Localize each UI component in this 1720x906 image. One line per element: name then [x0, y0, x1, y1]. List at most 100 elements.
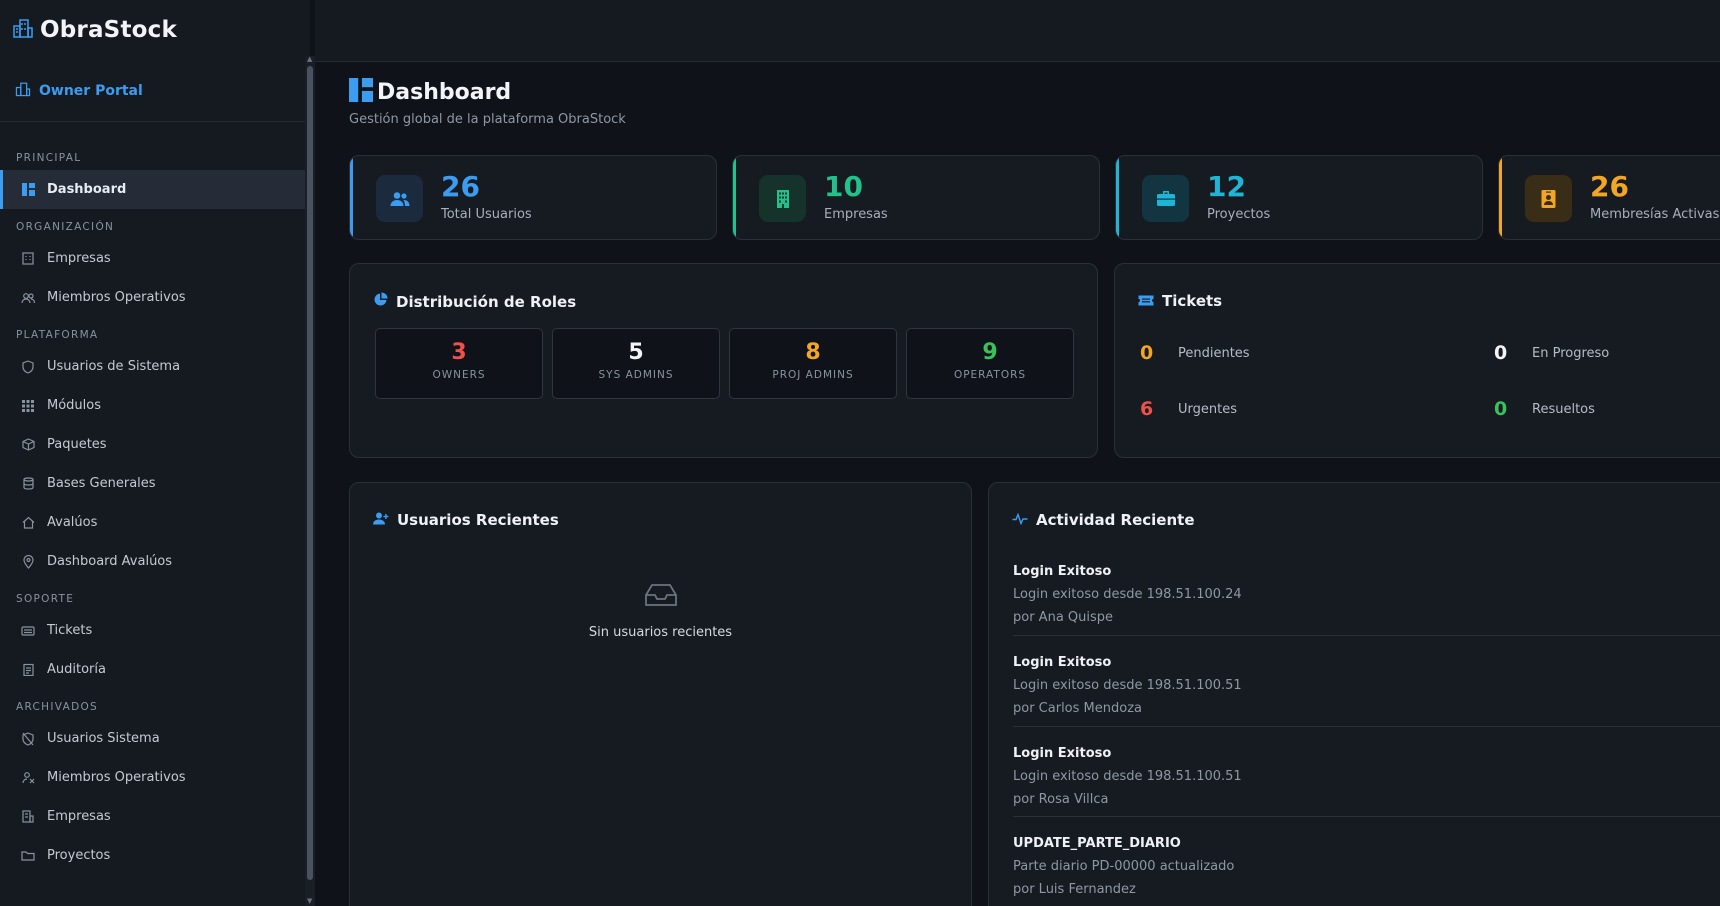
activity-item[interactable]: Login Exitoso Login exitoso desde 198.51… — [1013, 564, 1720, 625]
stat-value: 26 — [441, 170, 480, 203]
id-badge-icon — [1525, 175, 1572, 222]
database-icon — [21, 477, 35, 491]
stat-card-membresias-activas[interactable]: 26 Membresías Activas — [1498, 155, 1720, 240]
box-icon — [21, 438, 35, 452]
tickets-panel-header: Tickets — [1138, 292, 1222, 310]
sidebar-item-paquetes[interactable]: Paquetes — [0, 425, 307, 464]
activity-panel: Actividad Reciente Login Exitoso Login e… — [988, 482, 1720, 906]
activity-item-author: por Rosa Villca — [1013, 792, 1109, 807]
sidebar-item-label: Tickets — [47, 623, 93, 638]
owner-portal-link[interactable]: Owner Portal — [0, 60, 307, 122]
stat-card-total-usuarios[interactable]: 26 Total Usuarios — [349, 155, 717, 240]
empty-state-text: Sin usuarios recientes — [588, 625, 733, 640]
sidebar-item-auditoria[interactable]: Auditoría — [0, 650, 307, 689]
ticket-stat-urgentes: 6 Urgentes — [1140, 398, 1237, 420]
stat-label: Total Usuarios — [441, 207, 532, 222]
stat-value: 12 — [1207, 170, 1246, 203]
sidebar-item-label: Bases Generales — [47, 476, 156, 491]
role-count: 5 — [628, 340, 644, 365]
building-icon — [759, 175, 806, 222]
role-count: 3 — [451, 340, 467, 365]
sidebar-item-dashboard-avaluos[interactable]: Dashboard Avalúos — [0, 542, 307, 581]
buildings-icon — [12, 17, 34, 43]
ticket-label: Pendientes — [1178, 345, 1250, 361]
activity-item[interactable]: Login Exitoso Login exitoso desde 198.51… — [1013, 655, 1720, 716]
sidebar-item-usuarios-de-sistema[interactable]: Usuarios de Sistema — [0, 347, 307, 386]
activity-item-desc: Login exitoso desde 198.51.100.51 — [1013, 678, 1242, 693]
sidebar-item-proyectos-archived[interactable]: Proyectos — [0, 836, 307, 875]
ticket-label: Resueltos — [1532, 401, 1595, 417]
activity-divider — [1013, 726, 1720, 727]
tickets-panel: Tickets 0 Pendientes 0 En Progreso 6 Urg… — [1114, 263, 1720, 458]
portal-label: Owner Portal — [39, 82, 143, 99]
ticket-label: En Progreso — [1532, 345, 1610, 361]
activity-item-title: UPDATE_PARTE_DIARIO — [1013, 836, 1181, 851]
section-label-principal: PRINCIPAL — [16, 152, 82, 164]
ticket-icon — [1138, 292, 1154, 310]
users-icon — [376, 175, 423, 222]
activity-item-title: Login Exitoso — [1013, 564, 1112, 579]
stat-accent-bar — [1116, 156, 1119, 239]
page-title-text: Dashboard — [377, 79, 512, 105]
role-card-sys-admins: 5 SYS ADMINS — [552, 328, 720, 399]
activity-item[interactable]: UPDATE_PARTE_DIARIO Parte diario PD-0000… — [1013, 836, 1720, 897]
sidebar-item-label: Proyectos — [47, 848, 111, 863]
grid-icon — [21, 399, 35, 413]
role-card-owners: 3 OWNERS — [375, 328, 543, 399]
section-label-organizacion: ORGANIZACIÓN — [16, 221, 115, 233]
scroll-down-arrow-icon[interactable]: ▼ — [307, 898, 313, 905]
activity-item-author: por Luis Fernandez — [1013, 882, 1136, 897]
sidebar-item-label: Dashboard — [47, 182, 127, 197]
sidebar-item-label: Auditoría — [47, 662, 106, 677]
dashboard-icon — [349, 78, 373, 106]
stat-accent-bar — [1499, 156, 1502, 239]
section-label-archivados: ARCHIVADOS — [16, 701, 98, 713]
activity-item[interactable]: Login Exitoso Login exitoso desde 198.51… — [1013, 746, 1720, 807]
activity-item-desc: Parte diario PD-00000 actualizado — [1013, 859, 1235, 874]
role-label: PROJ ADMINS — [772, 369, 854, 381]
roles-panel-title: Distribución de Roles — [396, 292, 577, 311]
sidebar-item-empresas[interactable]: Empresas — [0, 239, 307, 278]
sidebar-item-miembros-operativos-archived[interactable]: Miembros Operativos — [0, 758, 307, 797]
roles-panel: Distribución de Roles 3 OWNERS 5 SYS ADM… — [349, 263, 1098, 458]
sidebar-item-miembros-operativos[interactable]: Miembros Operativos — [0, 278, 307, 317]
app-name: ObraStock — [40, 17, 177, 43]
sidebar-item-empresas-archived[interactable]: Empresas — [0, 797, 307, 836]
stat-accent-bar — [733, 156, 736, 239]
sidebar-item-modulos[interactable]: Módulos — [0, 386, 307, 425]
pin-icon — [21, 554, 35, 569]
brand[interactable]: ObraStock — [0, 0, 310, 60]
tickets-panel-title: Tickets — [1162, 292, 1223, 310]
sidebar-item-usuarios-sistema-archived[interactable]: Usuarios Sistema — [0, 719, 307, 758]
pie-chart-icon — [373, 292, 388, 311]
sidebar-item-label: Avalúos — [47, 515, 98, 530]
sidebar-scrollbar-thumb[interactable] — [307, 66, 313, 880]
ticket-count: 0 — [1140, 342, 1154, 364]
activity-item-title: Login Exitoso — [1013, 655, 1112, 670]
role-card-operators: 9 OPERATORS — [906, 328, 1074, 399]
sidebar-item-label: Dashboard Avalúos — [47, 554, 173, 569]
ticket-stat-resueltos: 0 Resueltos — [1494, 398, 1595, 420]
ticket-stat-pendientes: 0 Pendientes — [1140, 342, 1250, 364]
users-icon — [21, 291, 35, 305]
recent-users-title: Usuarios Recientes — [397, 511, 559, 529]
activity-divider — [1013, 816, 1720, 817]
scroll-up-arrow-icon[interactable]: ▲ — [307, 56, 313, 63]
sidebar-item-avaluos[interactable]: Avalúos — [0, 503, 307, 542]
sidebar-item-label: Empresas — [47, 809, 111, 824]
sidebar-item-bases-generales[interactable]: Bases Generales — [0, 464, 307, 503]
buildings-icon — [15, 81, 31, 101]
recent-users-header: Usuarios Recientes — [373, 511, 559, 529]
section-label-soporte: SOPORTE — [16, 593, 75, 605]
stat-card-proyectos[interactable]: 12 Proyectos — [1115, 155, 1483, 240]
activity-item-author: por Carlos Mendoza — [1013, 701, 1142, 716]
sidebar: Owner Portal PRINCIPAL Dashboard ORGANIZ… — [0, 60, 307, 906]
role-count: 8 — [805, 340, 821, 365]
sidebar-item-dashboard[interactable]: Dashboard — [0, 170, 307, 209]
stat-value: 26 — [1590, 170, 1629, 203]
stat-card-empresas[interactable]: 10 Empresas — [732, 155, 1100, 240]
sidebar-item-tickets[interactable]: Tickets — [0, 611, 307, 650]
stat-label: Empresas — [824, 207, 888, 222]
ticket-icon — [21, 624, 35, 638]
activity-item-title: Login Exitoso — [1013, 746, 1112, 761]
